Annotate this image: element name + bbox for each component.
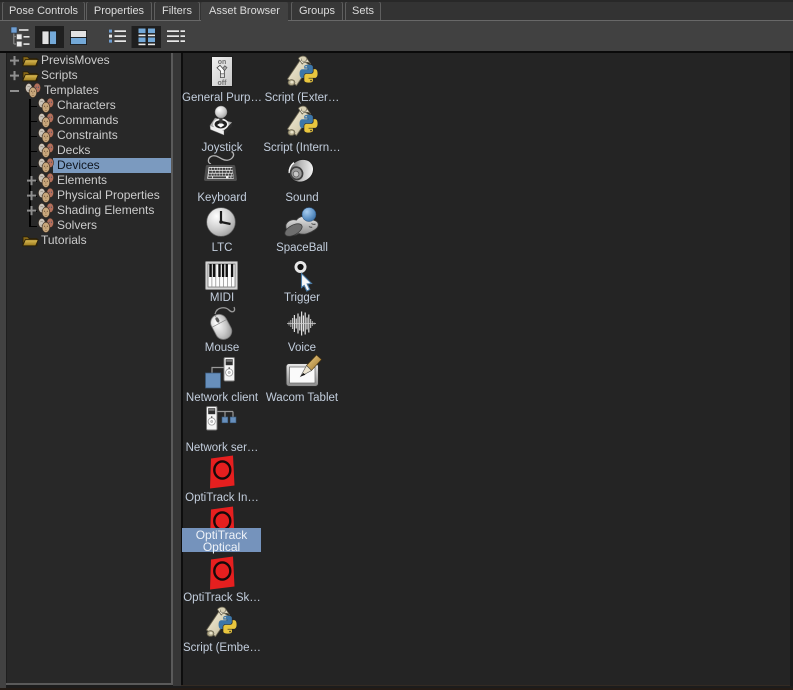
svg-text:off: off [218,80,228,87]
svg-text:on: on [218,59,227,66]
